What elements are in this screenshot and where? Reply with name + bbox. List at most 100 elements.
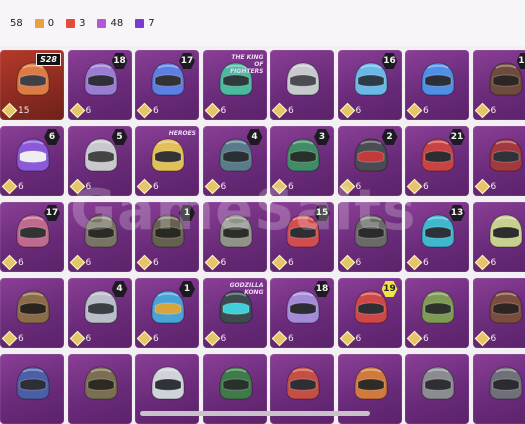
helmet-image: [281, 60, 325, 98]
helmet-icon: [349, 212, 393, 250]
inventory-item[interactable]: 6: [405, 278, 469, 348]
item-level-value: 6: [221, 258, 227, 268]
item-level: 6: [409, 257, 429, 268]
inventory-item[interactable]: 156: [270, 202, 334, 272]
inventory-item[interactable]: HEROES6: [135, 126, 199, 196]
item-level: 6: [274, 333, 294, 344]
inventory-item[interactable]: 16: [135, 202, 199, 272]
inventory-item[interactable]: [68, 354, 132, 424]
item-level: 6: [274, 181, 294, 192]
inventory-item[interactable]: 6: [473, 202, 525, 272]
item-level: 6: [342, 105, 362, 116]
item-level: 6: [139, 333, 159, 344]
inventory-item[interactable]: 16: [135, 278, 199, 348]
inventory-item[interactable]: 56: [68, 126, 132, 196]
inventory-item[interactable]: 6: [473, 126, 525, 196]
helmet-icon: [416, 364, 460, 402]
star-icon: [69, 255, 85, 271]
item-level: 6: [409, 181, 429, 192]
inventory-item[interactable]: 6: [203, 202, 267, 272]
inventory-item[interactable]: 46: [203, 126, 267, 196]
inventory-item[interactable]: 66: [0, 126, 64, 196]
star-icon: [272, 103, 288, 119]
inventory-item[interactable]: GODZILLA KONG6: [203, 278, 267, 348]
star-icon: [137, 179, 153, 195]
helmet-icon: [484, 136, 525, 174]
helmet-image: [484, 60, 525, 98]
star-icon: [2, 179, 18, 195]
item-level: 6: [342, 333, 362, 344]
item-level: 6: [409, 333, 429, 344]
inventory-item[interactable]: 216: [405, 126, 469, 196]
inventory-item[interactable]: S2815: [0, 50, 64, 120]
item-level: 6: [477, 333, 497, 344]
inventory-item[interactable]: 136: [405, 202, 469, 272]
inventory-item[interactable]: 6: [270, 50, 334, 120]
item-level-value: 6: [288, 334, 294, 344]
item-level: 6: [477, 181, 497, 192]
helmet-image: [281, 364, 325, 402]
helmet-icon: [484, 364, 525, 402]
helmet-image: [416, 60, 460, 98]
star-icon: [272, 331, 288, 347]
inventory-item[interactable]: 196: [338, 278, 402, 348]
inventory-summary-bar: 58 0 3 48 7: [0, 0, 525, 46]
item-level: 6: [274, 257, 294, 268]
inventory-item[interactable]: 36: [270, 126, 334, 196]
item-level-value: 6: [288, 106, 294, 116]
inventory-item[interactable]: 186: [270, 278, 334, 348]
item-level: 6: [139, 105, 159, 116]
violet-swatch-icon: [135, 19, 144, 28]
helmet-icon: [214, 364, 258, 402]
helmet-image: [484, 364, 525, 402]
item-level: 6: [72, 181, 92, 192]
inventory-item[interactable]: 6: [405, 50, 469, 120]
star-icon: [339, 103, 355, 119]
inventory-item[interactable]: 166: [338, 50, 402, 120]
item-level-value: 6: [86, 106, 92, 116]
item-level-value: 6: [423, 106, 429, 116]
item-level: 6: [72, 105, 92, 116]
inventory-item[interactable]: 6: [68, 202, 132, 272]
inventory-item[interactable]: 186: [68, 50, 132, 120]
item-level-value: 6: [356, 182, 362, 192]
item-level-value: 6: [288, 182, 294, 192]
helmet-icon: [484, 60, 525, 98]
helmet-image: [146, 136, 190, 174]
home-indicator[interactable]: [140, 411, 370, 416]
helmet-icon: [11, 364, 55, 402]
item-level: 6: [477, 105, 497, 116]
item-level-value: 6: [423, 334, 429, 344]
helmet-grid: S2815 186 176 THE KING OF FIGHTERS6 6 16…: [0, 50, 525, 420]
item-level-value: 6: [356, 106, 362, 116]
inventory-item[interactable]: 176: [135, 50, 199, 120]
inventory-item[interactable]: [473, 354, 525, 424]
item-level: 6: [342, 181, 362, 192]
inventory-item[interactable]: 46: [68, 278, 132, 348]
inventory-item[interactable]: 6: [473, 278, 525, 348]
item-level-value: 6: [153, 334, 159, 344]
inventory-item[interactable]: THE KING OF FIGHTERS6: [203, 50, 267, 120]
item-level: 6: [4, 257, 24, 268]
count-orange: 0: [35, 18, 54, 29]
count-violet: 7: [135, 18, 154, 29]
inventory-item[interactable]: 176: [0, 202, 64, 272]
star-icon: [2, 255, 18, 271]
star-icon: [339, 179, 355, 195]
item-level: 6: [4, 333, 24, 344]
inventory-item[interactable]: 106: [473, 50, 525, 120]
helmet-icon: [146, 136, 190, 174]
item-level: 6: [274, 105, 294, 116]
inventory-item[interactable]: 26: [338, 126, 402, 196]
item-level-value: 6: [86, 258, 92, 268]
inventory-item[interactable]: [0, 354, 64, 424]
inventory-item[interactable]: 6: [0, 278, 64, 348]
item-level-value: 6: [221, 334, 227, 344]
red-swatch-icon: [66, 19, 75, 28]
item-level-value: 6: [491, 258, 497, 268]
helmet-image: [484, 212, 525, 250]
inventory-item[interactable]: 6: [338, 202, 402, 272]
star-icon: [137, 331, 153, 347]
item-level: 6: [477, 257, 497, 268]
inventory-item[interactable]: [405, 354, 469, 424]
